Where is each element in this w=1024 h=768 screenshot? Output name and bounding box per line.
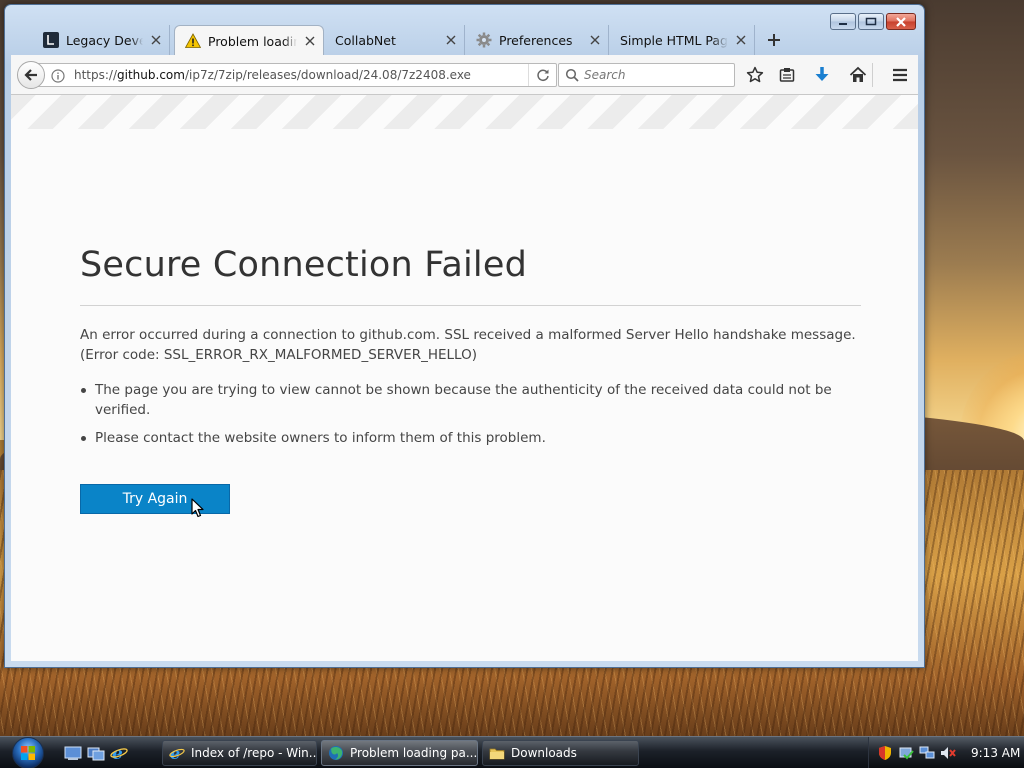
new-tab-button[interactable] xyxy=(765,31,783,49)
tab-title: Preferences xyxy=(499,32,573,48)
firefox-icon xyxy=(328,745,344,761)
tab-title: CollabNet xyxy=(335,32,396,48)
tab-title: Legacy Develop xyxy=(66,32,143,48)
tab-collabnet[interactable]: CollabNet xyxy=(325,25,465,55)
url-host: github.com xyxy=(117,68,185,82)
ie-icon: e xyxy=(110,744,128,762)
error-bullet-list: The page you are trying to view cannot b… xyxy=(80,380,840,456)
toolbar-separator xyxy=(872,63,873,87)
arrow-left-icon xyxy=(24,69,37,81)
ie-icon: e xyxy=(169,745,185,761)
reading-list-button[interactable] xyxy=(775,63,799,87)
taskbar-item-ie[interactable]: e Index of /repo - Win... xyxy=(162,740,317,766)
error-bullet: Please contact the website owners to inf… xyxy=(80,428,840,448)
system-tray: 9:13 AM xyxy=(868,737,1024,768)
gear-icon xyxy=(476,32,492,48)
navigation-toolbar: https://github.com/ip7z/7zip/releases/do… xyxy=(11,55,918,95)
tab-close-icon[interactable] xyxy=(303,34,317,48)
tab-close-icon[interactable] xyxy=(734,33,748,47)
tab-simple-html-page[interactable]: Simple HTML Page xyxy=(610,25,755,55)
tab-close-icon[interactable] xyxy=(444,33,458,47)
download-arrow-icon xyxy=(815,67,829,81)
folder-icon xyxy=(489,745,505,761)
mouse-cursor-icon xyxy=(191,498,204,518)
security-shield-icon[interactable] xyxy=(877,745,893,761)
quick-launch-ie[interactable]: e xyxy=(110,744,128,762)
switch-windows-button[interactable] xyxy=(87,744,105,762)
reload-icon xyxy=(536,69,549,82)
url-prefix: https:// xyxy=(74,68,118,82)
error-title: Secure Connection Failed xyxy=(80,245,527,285)
bookmark-star-button[interactable] xyxy=(743,63,767,87)
maximize-button[interactable] xyxy=(858,13,884,30)
star-icon xyxy=(746,66,764,83)
tab-title: Problem loadin xyxy=(208,33,297,49)
windows-logo-icon xyxy=(12,737,44,768)
search-bar[interactable] xyxy=(558,63,735,87)
page-content: Secure Connection Failed An error occurr… xyxy=(11,95,918,661)
volume-muted-icon[interactable] xyxy=(940,745,956,761)
url-path: /ip7z/7zip/releases/download/24.08/7z240… xyxy=(184,68,471,82)
error-bullet: The page you are trying to view cannot b… xyxy=(80,380,840,420)
tab-close-icon[interactable] xyxy=(588,33,602,47)
switch-windows-icon xyxy=(87,747,105,761)
window-controls xyxy=(830,13,916,30)
reload-button[interactable] xyxy=(528,64,556,86)
search-input[interactable] xyxy=(584,68,724,82)
error-page-stripes xyxy=(11,95,918,129)
taskbar-item-downloads[interactable]: Downloads xyxy=(482,740,639,766)
minimize-icon xyxy=(839,22,847,25)
plus-icon xyxy=(768,34,780,46)
tab-problem-loading[interactable]: Problem loadin xyxy=(174,25,324,56)
url-text[interactable]: https://github.com/ip7z/7zip/releases/do… xyxy=(74,68,528,82)
back-button[interactable] xyxy=(17,61,45,89)
task-label: Problem loading pa... xyxy=(350,746,478,760)
taskbar-item-firefox[interactable]: Problem loading pa... xyxy=(321,740,478,766)
home-button[interactable] xyxy=(846,63,870,87)
update-check-icon[interactable] xyxy=(898,745,914,761)
hamburger-menu-icon xyxy=(893,68,907,82)
minimize-button[interactable] xyxy=(830,13,856,30)
network-icon[interactable] xyxy=(919,745,935,761)
close-icon xyxy=(896,16,906,27)
home-icon xyxy=(849,66,867,82)
task-label: Downloads xyxy=(511,746,577,760)
taskbar: e e Index of /repo - Win... Problem load… xyxy=(0,736,1024,768)
search-icon xyxy=(565,68,579,82)
url-bar[interactable]: https://github.com/ip7z/7zip/releases/do… xyxy=(37,63,557,87)
show-desktop-icon xyxy=(64,746,82,760)
error-description: An error occurred during a connection to… xyxy=(80,327,856,363)
legacy-site-icon xyxy=(43,32,59,48)
tab-close-icon[interactable] xyxy=(149,33,163,47)
browser-window: Legacy Develop Problem loadin CollabNet xyxy=(4,4,925,668)
tab-legacy-develop[interactable]: Legacy Develop xyxy=(33,25,170,55)
warning-icon xyxy=(185,33,201,49)
task-label: Index of /repo - Win... xyxy=(191,746,317,760)
show-desktop-button[interactable] xyxy=(64,744,82,762)
tab-preferences[interactable]: Preferences xyxy=(466,25,609,55)
start-button[interactable] xyxy=(8,737,48,768)
tab-strip: Legacy Develop Problem loadin CollabNet xyxy=(13,25,833,56)
menu-button[interactable] xyxy=(888,63,912,87)
divider xyxy=(80,305,861,306)
downloads-button[interactable] xyxy=(810,63,834,87)
clipboard-icon xyxy=(779,68,795,82)
clock[interactable]: 9:13 AM xyxy=(971,746,1020,760)
site-info-icon[interactable] xyxy=(51,68,65,83)
tab-title: Simple HTML Page xyxy=(620,32,728,48)
maximize-icon xyxy=(865,17,877,26)
try-again-button[interactable]: Try Again xyxy=(80,484,230,514)
close-window-button[interactable] xyxy=(886,13,916,30)
